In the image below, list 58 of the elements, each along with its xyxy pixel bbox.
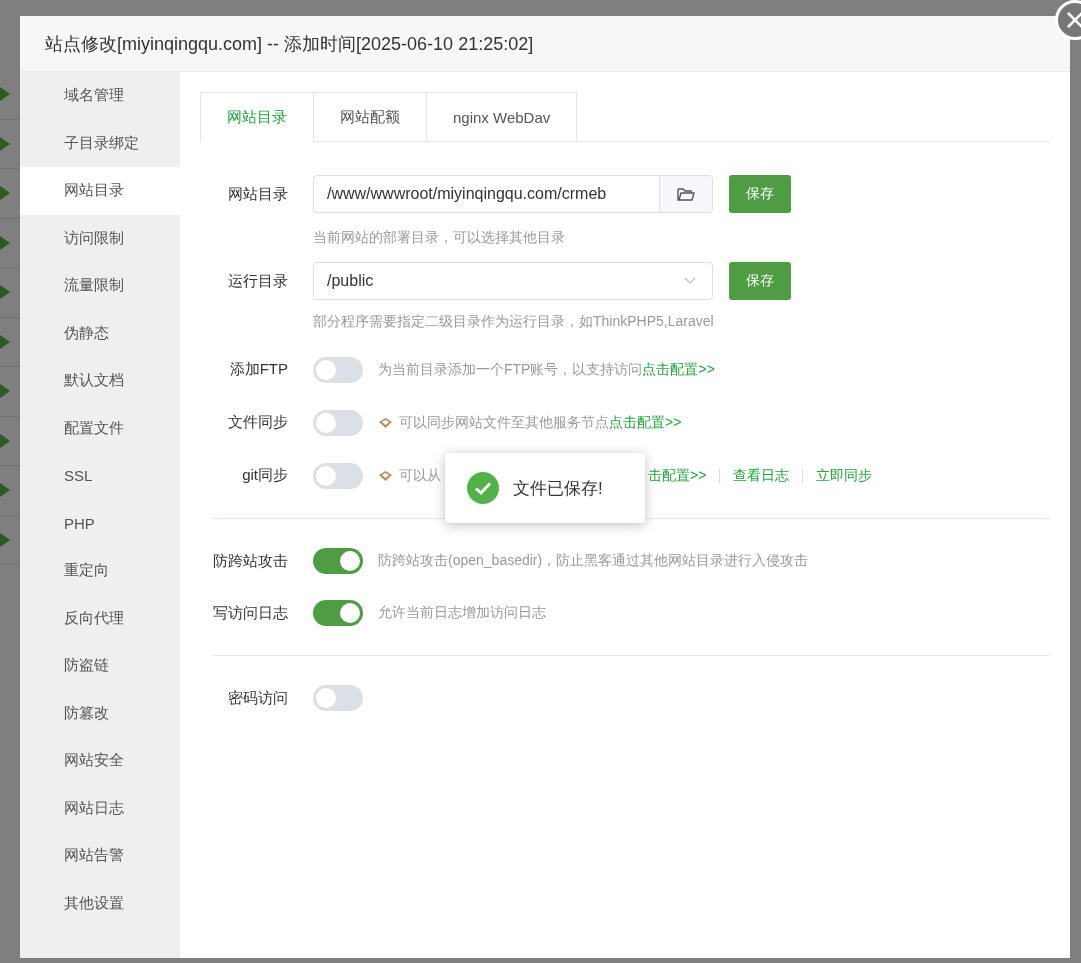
play-icon	[0, 433, 10, 448]
tab[interactable]: nginx WebDav	[426, 92, 578, 141]
play-icon	[0, 483, 10, 498]
toggle-switch[interactable]	[313, 600, 363, 626]
sidebar-item[interactable]: 网站目录	[20, 167, 180, 215]
description-text: 可以从	[399, 466, 441, 485]
field-label: 添加FTP	[228, 360, 289, 379]
toggle-switch[interactable]	[313, 356, 363, 383]
toggle-switch[interactable]	[313, 462, 363, 489]
field-label: git同步	[241, 466, 289, 485]
path-input-field[interactable]: /www/wwwroot/miyinqingqu.com/crmeb	[313, 175, 713, 213]
field-label: 密码访问	[227, 688, 289, 708]
sidebar-item[interactable]: 防篡改	[20, 689, 180, 737]
toggle-switch[interactable]	[313, 548, 363, 574]
sidebar-item[interactable]: 其他设置	[20, 879, 180, 927]
sidebar-item[interactable]: 域名管理	[20, 72, 180, 120]
sidebar-item[interactable]: 反向代理	[20, 594, 180, 642]
play-icon	[0, 235, 10, 250]
sidebar-item[interactable]: 默认文档	[20, 357, 180, 405]
close-icon[interactable]	[1066, 11, 1081, 29]
description-text: 可以同步网站文件至其他服务节点	[399, 413, 609, 432]
sidebar-item[interactable]: 配置文件	[20, 404, 180, 452]
hint-text: 当前网站的部署目录，可以选择其他目录	[313, 227, 566, 247]
sidebar-item[interactable]: 防盗链	[20, 642, 180, 690]
sidebar-item[interactable]: 流量限制	[20, 262, 180, 310]
sidebar-item[interactable]: 重定向	[20, 547, 180, 595]
play-icon	[0, 532, 10, 547]
sidebar-item[interactable]: 子目录绑定	[20, 119, 180, 167]
check-circle-icon	[467, 472, 499, 504]
dialog-title: 站点修改[miyinqingqu.com] -- 添加时间[2025-06-10 21:25:02]	[20, 16, 1070, 72]
select-field[interactable]: /public	[313, 262, 713, 300]
play-icon	[0, 136, 10, 151]
sidebar-item[interactable]: 网站安全	[20, 737, 180, 785]
sidebar-item[interactable]: 网站日志	[20, 784, 180, 832]
toggle-switch[interactable]	[313, 685, 363, 711]
hint-text: 部分程序需要指定二级目录作为运行目录，如ThinkPHP5,Laravel	[313, 311, 715, 331]
field-label: 文件同步	[227, 413, 289, 432]
sidebar-item[interactable]: PHP	[20, 499, 180, 547]
description-text: 为当前目录添加一个FTP账号，以支持访问	[378, 360, 643, 379]
chevron-down-icon	[684, 277, 696, 285]
field-label: 写访问日志	[212, 603, 289, 623]
field-label: 网站目录	[227, 184, 289, 204]
toggle-switch[interactable]	[313, 409, 363, 436]
folder-icon[interactable]	[677, 186, 695, 202]
description-text: 防跨站攻击(open_basedir)，防止黑客通过其他网站目录进行入侵攻击	[378, 552, 809, 570]
sidebar-item[interactable]: 访问限制	[20, 214, 180, 262]
description-text: 允许当前日志增加访问日志	[378, 604, 546, 622]
play-icon	[0, 334, 10, 349]
sidebar-item[interactable]: 网站告警	[20, 832, 180, 880]
field-label: 运行目录	[227, 271, 289, 291]
play-icon	[0, 186, 10, 201]
toast-message: 文件已保存!	[513, 477, 603, 500]
play-icon	[0, 285, 10, 300]
field-label: 防跨站攻击	[212, 551, 289, 571]
sidebar-item[interactable]: SSL	[20, 452, 180, 500]
play-icon	[0, 87, 10, 102]
play-icon	[0, 384, 10, 399]
sidebar-item[interactable]: 伪静态	[20, 309, 180, 357]
